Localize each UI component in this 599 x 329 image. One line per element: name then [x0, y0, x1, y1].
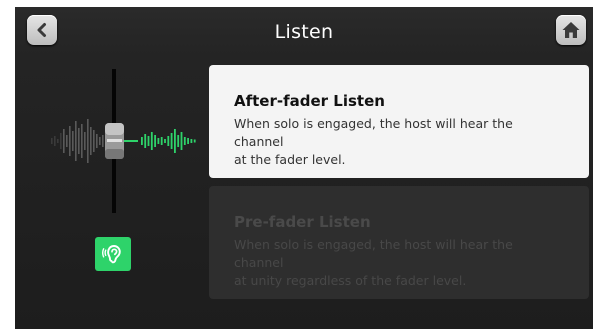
waveform-bar: [167, 136, 170, 146]
waveform-bar: [87, 119, 89, 163]
waveform-bar: [69, 126, 71, 156]
waveform-bar: [57, 139, 59, 143]
listen-screen: Listen After-fader Listen When solo is e…: [15, 7, 593, 329]
option-description: When solo is engaged, the host will hear…: [234, 115, 565, 169]
waveform-center-line: [124, 140, 138, 142]
waveform-bar: [102, 135, 104, 147]
waveform-bar: [164, 139, 166, 143]
waveform-bar: [75, 121, 77, 161]
waveform-bar: [193, 139, 196, 143]
ear-listen-icon: [102, 245, 121, 264]
option-description-line: When solo is engaged, the host will hear…: [234, 116, 513, 149]
pre-fader-listen-option[interactable]: Pre-fader Listen When solo is engaged, t…: [209, 186, 589, 299]
waveform-bar: [183, 137, 186, 145]
waveform-bar: [90, 127, 92, 155]
waveform-bar: [63, 129, 65, 153]
waveform-bar: [147, 136, 150, 146]
home-button[interactable]: [556, 15, 586, 45]
page-title: Listen: [274, 21, 334, 43]
option-title: Pre-fader Listen: [234, 213, 371, 231]
waveform-bar: [190, 139, 193, 143]
option-description-line: at unity regardless of the fader level.: [234, 273, 467, 288]
waveform-bar: [93, 130, 95, 152]
waveform-bar: [174, 129, 176, 153]
waveform-bar: [96, 134, 98, 148]
waveform-bar: [144, 134, 147, 148]
waveform-bar: [99, 137, 101, 145]
fader-waveform-icon: [51, 69, 196, 213]
option-description-line: When solo is engaged, the host will hear…: [234, 237, 513, 270]
option-title: After-fader Listen: [234, 92, 385, 110]
option-description: When solo is engaged, the host will hear…: [234, 236, 565, 290]
waveform-bar: [84, 132, 86, 150]
waveform-bar: [54, 136, 56, 146]
waveform-bar: [141, 137, 143, 145]
waveform-bar: [180, 132, 183, 150]
top-bar: Listen: [15, 7, 593, 59]
waveform-bar: [154, 135, 156, 147]
waveform-bar: [72, 131, 74, 151]
waveform-bar: [177, 135, 180, 147]
waveform-bar: [187, 138, 189, 144]
waveform-bar: [157, 138, 160, 144]
home-icon: [562, 22, 580, 38]
waveform-bar: [60, 133, 62, 149]
waveform-bar: [51, 138, 53, 144]
waveform-bar: [78, 128, 80, 154]
waveform-bar: [160, 137, 163, 145]
waveform-bar: [66, 135, 68, 147]
fader-illustration: [45, 67, 205, 227]
waveform-bar: [150, 132, 153, 150]
waveform-bar: [170, 133, 173, 149]
after-fader-listen-option[interactable]: After-fader Listen When solo is engaged,…: [209, 65, 589, 178]
option-description-line: at the fader level.: [234, 152, 346, 167]
waveform-bar: [81, 124, 83, 158]
listen-toggle-button[interactable]: [95, 237, 131, 271]
